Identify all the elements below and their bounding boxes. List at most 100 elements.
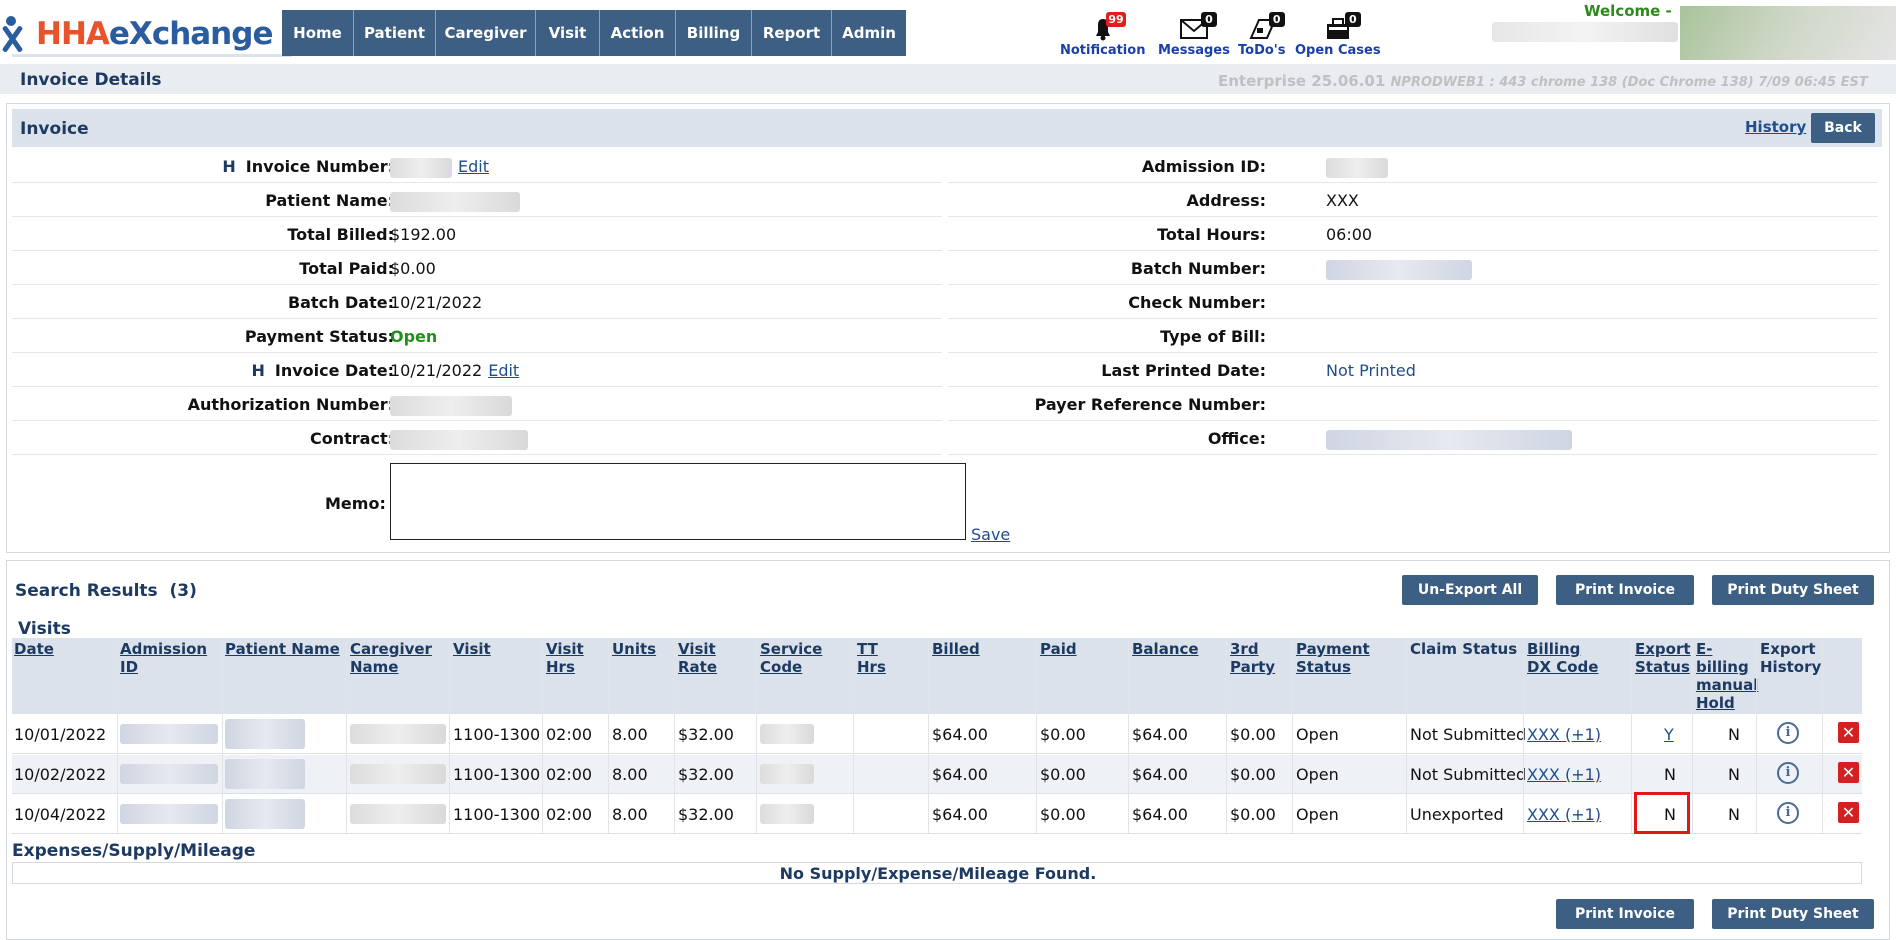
delete-icon[interactable]: ✕ <box>1838 722 1859 743</box>
address-row: Address: XXX <box>948 183 1878 217</box>
nav-admin[interactable]: Admin <box>832 10 906 56</box>
nav-action[interactable]: Action <box>600 10 676 56</box>
col-export-history: Export History <box>1760 640 1821 676</box>
row-admission-id-redacted[interactable] <box>120 723 218 744</box>
col-admission-id[interactable]: Admission ID <box>120 640 207 676</box>
row-claim-status: Not Submitted <box>1410 725 1527 744</box>
row-caregiver-name-redacted[interactable] <box>350 763 446 784</box>
col-billed[interactable]: Billed <box>932 640 980 658</box>
nav-patient[interactable]: Patient <box>354 10 436 56</box>
column-divider <box>853 638 854 833</box>
open-cases-link[interactable]: 0 Open Cases <box>1295 12 1381 58</box>
hhaexchange-logo[interactable]: HHAeXchange <box>0 14 273 54</box>
memo-textarea[interactable] <box>390 463 966 540</box>
row-export-status-link[interactable]: Y <box>1664 725 1674 744</box>
open-cases-icon: 0 <box>1321 12 1361 42</box>
expenses-title: Expenses/Supply/Mileage <box>12 841 256 861</box>
col-patient-name[interactable]: Patient Name <box>225 640 340 658</box>
info-icon[interactable]: i <box>1777 722 1799 744</box>
unexport-all-button[interactable]: Un-Export All <box>1402 575 1538 605</box>
nav-home[interactable]: Home <box>282 10 354 56</box>
delete-icon[interactable]: ✕ <box>1838 802 1859 823</box>
col-date[interactable]: Date <box>14 640 54 658</box>
type-of-bill-row: Type of Bill: <box>948 319 1878 353</box>
logo-text: HHAeXchange <box>36 16 273 52</box>
col-units[interactable]: Units <box>612 640 656 658</box>
total-billed-value: $192.00 <box>390 225 457 244</box>
col-third-party[interactable]: 3rd Party <box>1230 640 1275 676</box>
history-marker: H <box>222 157 236 176</box>
todo-icon: 0 <box>1245 12 1285 42</box>
invoice-number-redacted <box>390 157 452 178</box>
col-payment-status[interactable]: Payment Status <box>1296 640 1370 676</box>
invoice-date-text: 10/21/2022 <box>390 361 483 380</box>
last-printed-date-value: Not Printed <box>1326 361 1416 380</box>
row-service-code-redacted <box>760 723 814 744</box>
row-patient-name-redacted[interactable] <box>225 719 305 749</box>
nav-report[interactable]: Report <box>752 10 832 56</box>
col-export-history-line2: History <box>1760 658 1822 676</box>
row-ebilling-hold: N <box>1728 725 1740 744</box>
col-visit-rate[interactable]: Visit Rate <box>678 640 717 676</box>
col-caregiver-name[interactable]: Caregiver Name <box>350 640 432 676</box>
nav-billing[interactable]: Billing <box>676 10 752 56</box>
row-billing-dx-link[interactable]: XXX (+1) <box>1527 725 1601 744</box>
row-billing-dx-link[interactable]: XXX (+1) <box>1527 765 1601 784</box>
info-icon[interactable]: i <box>1777 762 1799 784</box>
col-balance[interactable]: Balance <box>1132 640 1199 658</box>
col-visit-hrs[interactable]: Visit Hrs <box>546 640 584 676</box>
row-caregiver-name-redacted[interactable] <box>350 803 446 824</box>
total-billed-label: Total Billed: <box>287 225 394 244</box>
row-admission-id-redacted[interactable] <box>120 803 218 824</box>
user-name-redacted[interactable] <box>1492 22 1678 42</box>
print-duty-sheet-button-bottom[interactable]: Print Duty Sheet <box>1712 899 1874 929</box>
invoice-panel-header: Invoice History Back <box>12 109 1882 147</box>
row-admission-id-redacted[interactable] <box>120 763 218 784</box>
col-ebilling-manual-hold-line3: manual <box>1696 676 1759 694</box>
invoice-number-value: Edit <box>390 157 489 178</box>
row-visit-rate: $32.00 <box>678 725 734 744</box>
row-billing-dx-link[interactable]: XXX (+1) <box>1527 805 1601 824</box>
history-link[interactable]: History <box>1745 118 1806 136</box>
row-paid: $0.00 <box>1040 765 1086 784</box>
save-memo-link[interactable]: Save <box>971 525 1010 544</box>
column-divider <box>608 638 609 833</box>
column-divider <box>449 638 450 833</box>
nav-caregiver[interactable]: Caregiver <box>436 10 536 56</box>
nav-visit[interactable]: Visit <box>536 10 600 56</box>
col-paid[interactable]: Paid <box>1040 640 1077 658</box>
table-row: 10/01/2022 1100-1300 02:00 8.00 $32.00 $… <box>12 715 1862 754</box>
col-third-party-line2: Party <box>1230 658 1276 676</box>
edit-invoice-number-link[interactable]: Edit <box>458 157 489 176</box>
messages-link[interactable]: 0 Messages <box>1158 12 1230 58</box>
total-hours-label: Total Hours: <box>1157 225 1266 244</box>
row-third-party: $0.00 <box>1230 725 1276 744</box>
back-button[interactable]: Back <box>1811 113 1875 143</box>
col-claim-status: Claim Status <box>1410 640 1517 658</box>
address-value: XXX <box>1326 191 1359 210</box>
row-caregiver-name-redacted[interactable] <box>350 723 446 744</box>
row-patient-name-redacted[interactable] <box>225 799 305 829</box>
edit-invoice-date-link[interactable]: Edit <box>488 361 519 380</box>
col-service-code[interactable]: Service Code <box>760 640 822 676</box>
payment-status-label: Payment Status: <box>244 327 394 346</box>
col-billing-dx-code[interactable]: Billing DX Code <box>1527 640 1598 676</box>
notification-link[interactable]: 99 Notification <box>1060 12 1145 58</box>
row-visit-rate: $32.00 <box>678 805 734 824</box>
col-tt-hrs[interactable]: TT Hrs <box>857 640 886 676</box>
col-caregiver-name-line2: Name <box>350 658 399 676</box>
row-patient-name-redacted[interactable] <box>225 759 305 789</box>
info-icon[interactable]: i <box>1777 802 1799 824</box>
history-marker: H <box>251 361 265 380</box>
print-invoice-button[interactable]: Print Invoice <box>1556 575 1694 605</box>
delete-icon[interactable]: ✕ <box>1838 762 1859 783</box>
office-label: Office: <box>1207 429 1266 448</box>
col-visit[interactable]: Visit <box>453 640 491 658</box>
page-title: Invoice Details <box>20 70 162 90</box>
col-export-status[interactable]: Export Status <box>1635 640 1691 676</box>
print-invoice-button-bottom[interactable]: Print Invoice <box>1556 899 1694 929</box>
print-duty-sheet-button[interactable]: Print Duty Sheet <box>1712 575 1874 605</box>
row-date: 10/04/2022 <box>14 805 107 824</box>
col-ebilling-manual-hold[interactable]: E-billing manual Hold <box>1696 640 1758 712</box>
todos-link[interactable]: 0 ToDo's <box>1238 12 1286 58</box>
